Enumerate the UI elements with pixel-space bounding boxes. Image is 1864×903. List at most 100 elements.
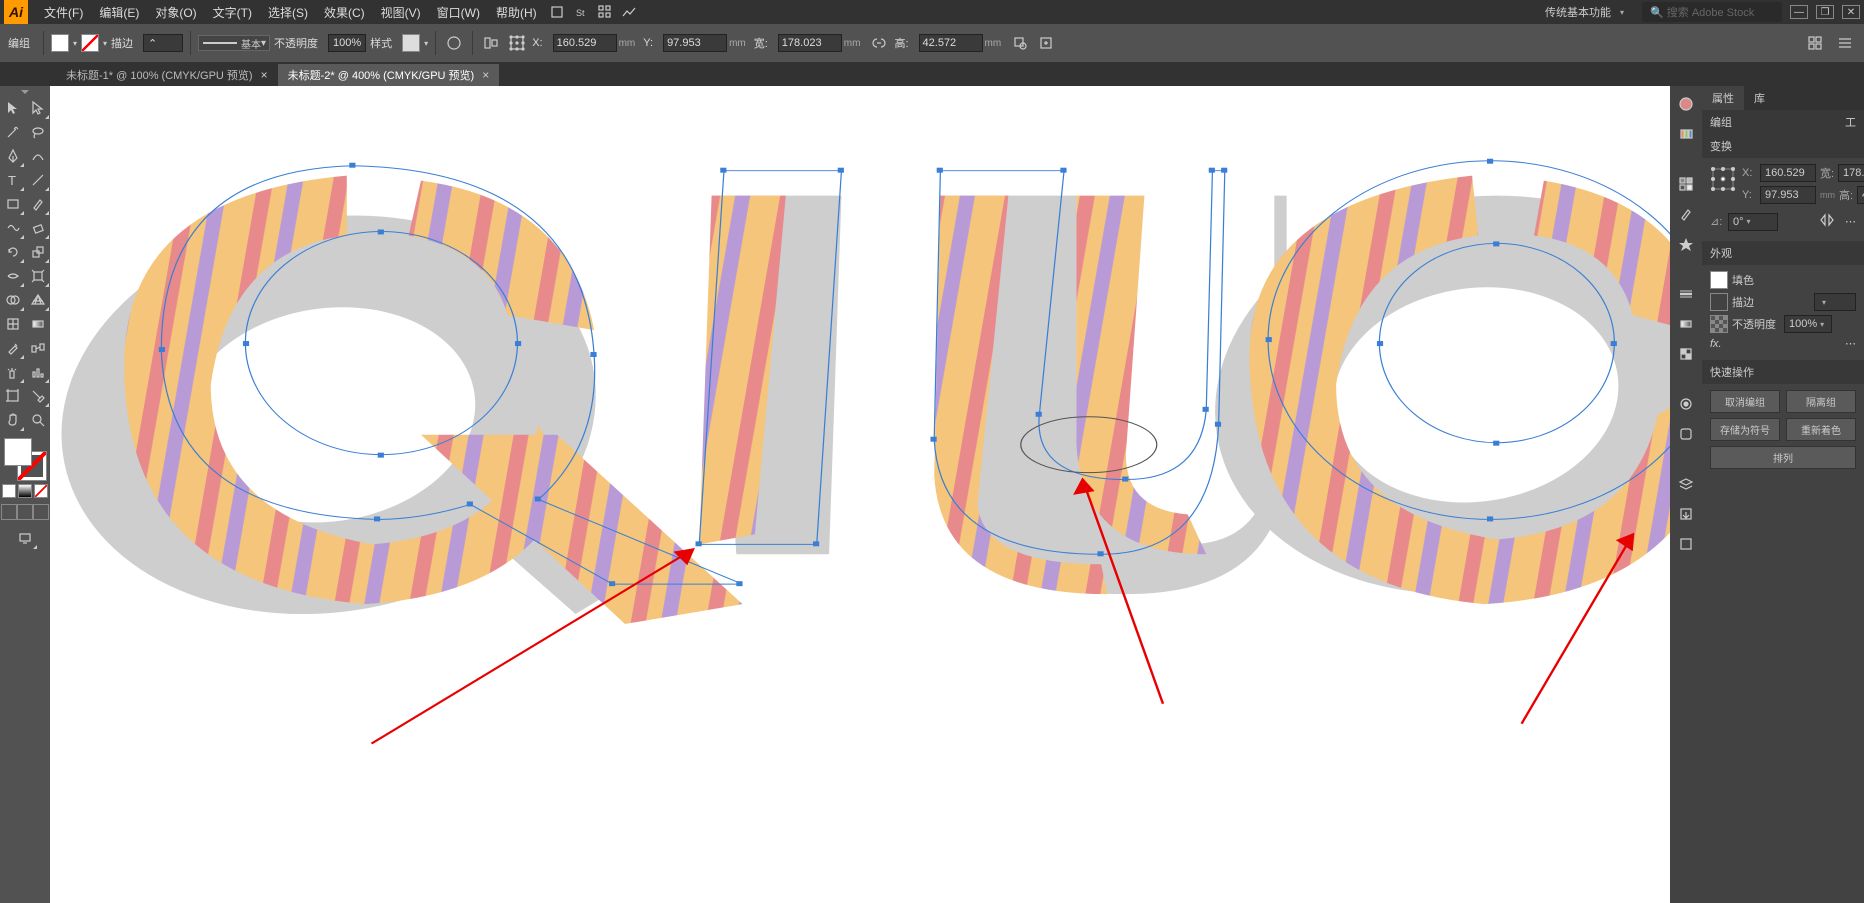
fill-color-swatch[interactable] xyxy=(4,438,32,466)
shape-builder-tool[interactable] xyxy=(0,288,25,312)
constrain-icon[interactable] xyxy=(868,32,890,54)
menu-effect[interactable]: 效果(C) xyxy=(316,4,373,21)
zoom-tool[interactable] xyxy=(25,408,50,432)
opacity-input[interactable]: 100% xyxy=(328,34,366,52)
canvas-area[interactable] xyxy=(50,86,1670,903)
swatches-panel-icon[interactable] xyxy=(1670,170,1702,198)
transform-ref-icon[interactable] xyxy=(506,32,528,54)
draw-normal-icon[interactable] xyxy=(1,504,17,520)
share-icon[interactable] xyxy=(545,2,569,22)
lasso-tool[interactable] xyxy=(25,120,50,144)
appearance-fill-swatch[interactable] xyxy=(1710,271,1728,289)
transform-section-header[interactable]: 变换 xyxy=(1702,134,1864,158)
eyedropper-tool[interactable] xyxy=(0,336,25,360)
fx-button[interactable]: fx. xyxy=(1710,338,1722,350)
angle-input[interactable]: 0° xyxy=(1728,213,1778,231)
stroke-profile[interactable]: 基本 ▾ xyxy=(198,35,270,51)
free-transform-tool[interactable] xyxy=(25,264,50,288)
slice-tool[interactable] xyxy=(25,384,50,408)
symbol-sprayer-tool[interactable] xyxy=(0,360,25,384)
grid-icon[interactable] xyxy=(593,2,617,22)
line-tool[interactable] xyxy=(25,168,50,192)
color-panel-icon[interactable] xyxy=(1670,90,1702,118)
stock-icon[interactable]: St xyxy=(569,2,593,22)
gradient-panel-icon[interactable] xyxy=(1670,310,1702,338)
stroke-label[interactable]: 描边 xyxy=(111,35,133,51)
screen-mode-tool[interactable] xyxy=(13,526,38,550)
search-stock-input[interactable]: 🔍 搜索 Adobe Stock xyxy=(1642,2,1782,22)
doc-setup-icon[interactable] xyxy=(1804,32,1826,54)
x-input[interactable]: 160.529 xyxy=(553,34,617,52)
type-tool[interactable]: T xyxy=(0,168,25,192)
prefs-icon[interactable] xyxy=(1834,32,1856,54)
color-solid-icon[interactable] xyxy=(2,484,16,498)
opacity-label[interactable]: 不透明度 xyxy=(274,35,318,51)
isolate-icon[interactable] xyxy=(1035,32,1057,54)
brushes-panel-icon[interactable] xyxy=(1670,200,1702,228)
ungroup-button[interactable]: 取消编组 xyxy=(1710,390,1780,413)
rectangle-tool[interactable] xyxy=(0,192,25,216)
symbols-panel-icon[interactable] xyxy=(1670,230,1702,258)
column-graph-tool[interactable] xyxy=(25,360,50,384)
color-none-icon[interactable] xyxy=(34,484,48,498)
selection-tool[interactable] xyxy=(0,96,25,120)
direct-selection-tool[interactable] xyxy=(25,96,50,120)
scale-tool[interactable] xyxy=(25,240,50,264)
width-tool[interactable] xyxy=(0,264,25,288)
y-input[interactable]: 97.953 xyxy=(663,34,727,52)
menu-edit[interactable]: 编辑(E) xyxy=(91,4,147,21)
gradient-tool[interactable] xyxy=(25,312,50,336)
shaper-tool[interactable] xyxy=(0,216,25,240)
menu-view[interactable]: 视图(V) xyxy=(373,4,429,21)
workspace-switcher[interactable]: 传统基本功能 xyxy=(1535,4,1634,20)
menu-type[interactable]: 文字(T) xyxy=(205,4,260,21)
eraser-tool[interactable] xyxy=(25,216,50,240)
pen-tool[interactable] xyxy=(0,144,25,168)
artboard-tool[interactable] xyxy=(0,384,25,408)
recolor-button[interactable]: 重新着色 xyxy=(1786,418,1856,441)
stroke-dropdown-arrow[interactable]: ▾ xyxy=(103,39,107,48)
doc-tab-1[interactable]: 未标题-1* @ 100% (CMYK/GPU 预览) × xyxy=(56,64,278,86)
fill-stroke-swatch[interactable] xyxy=(4,438,46,480)
hand-tool[interactable] xyxy=(0,408,25,432)
blend-tool[interactable] xyxy=(25,336,50,360)
prop-h-input[interactable]: 42.572 xyxy=(1857,186,1864,204)
fill-dropdown-arrow[interactable]: ▾ xyxy=(73,39,77,48)
stroke-swatch[interactable] xyxy=(81,34,99,52)
arrange-button[interactable]: 排列 xyxy=(1710,446,1856,469)
stroke-weight-input-prop[interactable] xyxy=(1814,293,1856,311)
rotate-tool[interactable] xyxy=(0,240,25,264)
save-symbol-button[interactable]: 存储为符号 xyxy=(1710,418,1780,441)
isolate-button[interactable]: 隔离组 xyxy=(1786,390,1856,413)
recolor-icon[interactable] xyxy=(443,32,465,54)
menu-help[interactable]: 帮助(H) xyxy=(488,4,545,21)
h-input[interactable]: 42.572 xyxy=(919,34,983,52)
flip-h-icon[interactable] xyxy=(1819,212,1835,231)
graph-icon[interactable] xyxy=(617,2,641,22)
w-input[interactable]: 178.023 xyxy=(778,34,842,52)
color-gradient-icon[interactable] xyxy=(18,484,32,498)
close-tab-1-icon[interactable]: × xyxy=(261,68,268,82)
layers-panel-icon[interactable] xyxy=(1670,470,1702,498)
align-icon[interactable] xyxy=(480,32,502,54)
stroke-panel-icon[interactable] xyxy=(1670,280,1702,308)
artboards-panel-icon[interactable] xyxy=(1670,530,1702,558)
menu-window[interactable]: 窗口(W) xyxy=(429,4,488,21)
color-guide-icon[interactable] xyxy=(1670,120,1702,148)
appearance-panel-icon[interactable] xyxy=(1670,390,1702,418)
properties-tab[interactable]: 属性 xyxy=(1702,86,1744,110)
magic-wand-tool[interactable] xyxy=(0,120,25,144)
mesh-tool[interactable] xyxy=(0,312,25,336)
style-swatch[interactable] xyxy=(402,34,420,52)
prop-w-input[interactable]: 178.023 xyxy=(1838,164,1864,182)
asset-export-icon[interactable] xyxy=(1670,500,1702,528)
graphic-styles-icon[interactable] xyxy=(1670,420,1702,448)
appearance-more-icon[interactable]: ⋯ xyxy=(1845,337,1856,350)
appearance-stroke-swatch[interactable] xyxy=(1710,293,1728,311)
shape-builder-icon[interactable] xyxy=(1009,32,1031,54)
menu-object[interactable]: 对象(O) xyxy=(147,4,204,21)
window-close[interactable]: ✕ xyxy=(1842,5,1860,19)
draw-inside-icon[interactable] xyxy=(33,504,49,520)
close-tab-2-icon[interactable]: × xyxy=(482,68,489,82)
artboard[interactable] xyxy=(50,86,1670,903)
